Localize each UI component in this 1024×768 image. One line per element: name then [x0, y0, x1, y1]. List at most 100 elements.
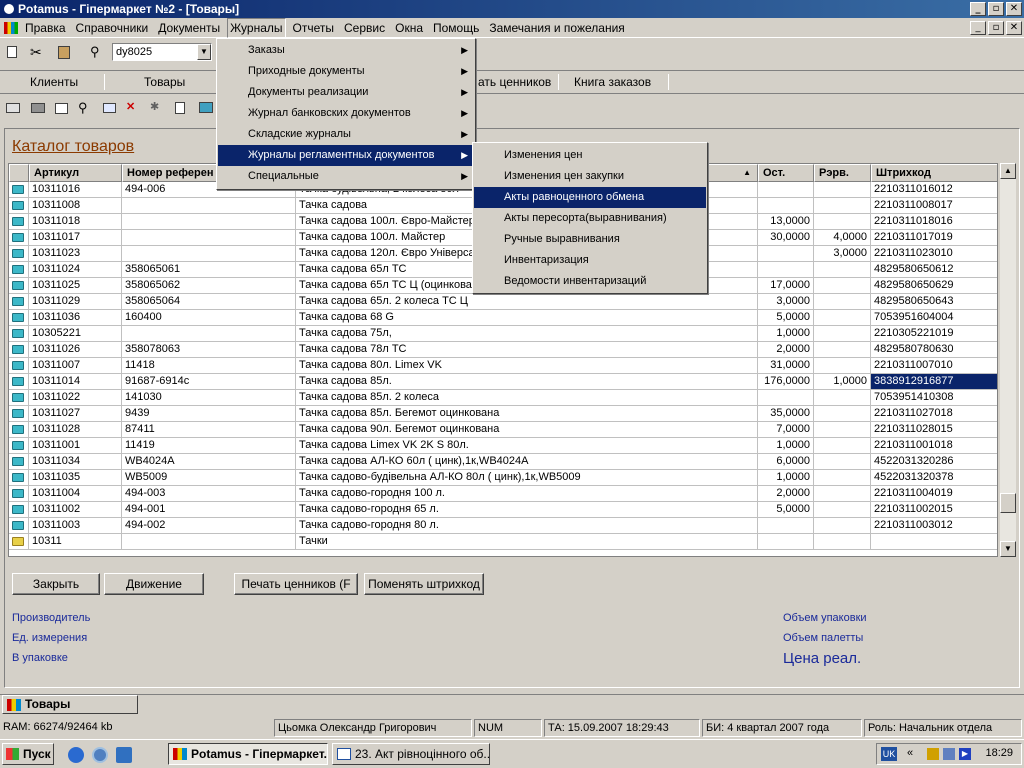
cell-barcode[interactable]: 4522031320378 [871, 470, 997, 486]
cell-reserve[interactable] [814, 422, 871, 438]
cell-article[interactable]: 10311018 [29, 214, 122, 230]
cell-name[interactable]: Тачка садова 75л, [296, 326, 758, 342]
close-button[interactable]: ✕ [1006, 2, 1022, 16]
cell-reference[interactable]: 160400 [122, 310, 296, 326]
cell-name[interactable]: Тачка садова 80л. Limex VK [296, 358, 758, 374]
cell-barcode[interactable]: 2210311003012 [871, 518, 997, 534]
folder-icon[interactable] [30, 100, 48, 116]
cell-article[interactable]: 10311003 [29, 518, 122, 534]
cell-name[interactable]: Тачка садова 65л. 2 колеса ТС Ц [296, 294, 758, 310]
cell-reference[interactable]: 141030 [122, 390, 296, 406]
cell-reserve[interactable] [814, 470, 871, 486]
cell-reserve[interactable] [814, 390, 871, 406]
cell-reserve[interactable] [814, 198, 871, 214]
cell-reference[interactable]: WB4024A [122, 454, 296, 470]
cell-barcode[interactable]: 2210311001018 [871, 438, 997, 454]
add-row-icon[interactable] [102, 100, 120, 116]
cell-reserve[interactable] [814, 406, 871, 422]
mdi-child-icon[interactable] [4, 22, 18, 34]
submenu-item[interactable]: Акты равноценного обмена [474, 187, 706, 208]
cell-stock[interactable] [758, 198, 814, 214]
tab-price-labels[interactable]: ать ценников [478, 75, 551, 89]
table-row[interactable]: 10311001 11419 Тачка садова Limex VK 2K S … [9, 438, 997, 454]
maximize-button[interactable]: ▫ [988, 2, 1004, 16]
cell-reference[interactable]: 358078063 [122, 342, 296, 358]
cell-name[interactable]: Тачка садова 78л ТС [296, 342, 758, 358]
cell-reference[interactable] [122, 214, 296, 230]
cell-reference[interactable] [122, 230, 296, 246]
cell-barcode[interactable]: 4522031320286 [871, 454, 997, 470]
journals-menu-item[interactable]: Журналы регламентных документов ▶ [218, 145, 474, 166]
cell-article[interactable]: 10311017 [29, 230, 122, 246]
close-form-button[interactable]: Закрыть [12, 573, 100, 595]
search-combo[interactable]: dy8025 ▼ [112, 43, 212, 61]
cell-article[interactable]: 10311002 [29, 502, 122, 518]
cell-stock[interactable]: 17,0000 [758, 278, 814, 294]
menu-windows[interactable]: Окна [392, 19, 426, 37]
cell-stock[interactable] [758, 262, 814, 278]
cell-barcode[interactable]: 2210311028015 [871, 422, 997, 438]
cell-article[interactable]: 10311028 [29, 422, 122, 438]
paste-icon[interactable] [56, 44, 74, 60]
monitor-icon[interactable] [198, 100, 216, 116]
cell-article[interactable]: 10311036 [29, 310, 122, 326]
cell-barcode[interactable]: 4829580650612 [871, 262, 997, 278]
journals-menu-item[interactable]: Приходные документы ▶ [218, 61, 474, 82]
cell-reserve[interactable] [814, 502, 871, 518]
tab-goods[interactable]: Товары [144, 75, 185, 89]
cell-article[interactable]: 10311035 [29, 470, 122, 486]
cell-barcode[interactable]: 7053951604004 [871, 310, 997, 326]
cell-barcode[interactable]: 2210305221019 [871, 326, 997, 342]
print-labels-button[interactable]: Печать ценников (F [234, 573, 358, 595]
table-row[interactable]: 10311002 494-001 Тачка садово-городня 65 л… [9, 502, 997, 518]
cell-name[interactable]: Тачка садова 85л. 2 колеса [296, 390, 758, 406]
combo-dropdown-arrow-icon[interactable]: ▼ [197, 44, 211, 60]
scroll-up-icon[interactable]: ▲ [1000, 163, 1016, 179]
cell-stock[interactable] [758, 182, 814, 198]
minimize-button[interactable]: _ [970, 2, 986, 16]
table-row[interactable]: 10311035 WB5009 Тачка садово-будівельна АЛ… [9, 470, 997, 486]
cell-stock[interactable]: 31,0000 [758, 358, 814, 374]
cell-name[interactable]: Тачка садова АЛ-КО 60л ( цинк),1к,WB4024… [296, 454, 758, 470]
cell-reserve[interactable] [814, 438, 871, 454]
cell-name[interactable]: Тачка садова 85л. [296, 374, 758, 390]
cell-reference[interactable]: 358065061 [122, 262, 296, 278]
cell-barcode[interactable] [871, 534, 997, 550]
cell-name[interactable]: Тачка садово-городня 100 л. [296, 486, 758, 502]
delete-row-icon[interactable]: ✕ [126, 100, 144, 116]
cell-reserve[interactable] [814, 358, 871, 374]
cell-reference[interactable]: 358065064 [122, 294, 296, 310]
cell-barcode[interactable]: 7053951410308 [871, 390, 997, 406]
cell-article[interactable]: 10311008 [29, 198, 122, 214]
table-row[interactable]: 10311004 494-003 Тачка садово-городня 100 … [9, 486, 997, 502]
cell-barcode[interactable]: 2210311023010 [871, 246, 997, 262]
cell-article[interactable]: 10305221 [29, 326, 122, 342]
cell-article[interactable]: 10311007 [29, 358, 122, 374]
desktop-icon[interactable] [116, 747, 132, 763]
cell-stock[interactable] [758, 518, 814, 534]
cell-article[interactable]: 10311024 [29, 262, 122, 278]
cell-barcode[interactable]: 2210311004019 [871, 486, 997, 502]
ie-icon[interactable] [68, 747, 84, 763]
journals-menu-item[interactable]: Складские журналы ▶ [218, 124, 474, 145]
table-row[interactable]: 10311034 WB4024A Тачка садова АЛ-КО 60л ( … [9, 454, 997, 470]
cell-article[interactable]: 10311026 [29, 342, 122, 358]
cell-article[interactable]: 10311 [29, 534, 122, 550]
cell-stock[interactable]: 35,0000 [758, 406, 814, 422]
language-indicator[interactable]: UK [881, 747, 897, 761]
table-row[interactable]: 10311014 91687-6914c Тачка садова 85л. 176,… [9, 374, 997, 390]
cell-barcode[interactable]: 2210311002015 [871, 502, 997, 518]
cell-article[interactable]: 10311014 [29, 374, 122, 390]
cut-icon[interactable]: ✂ [30, 44, 48, 60]
cell-name[interactable]: Тачка садово-будівельна АЛ-КО 80л ( цинк… [296, 470, 758, 486]
network-icon[interactable] [943, 748, 955, 760]
cell-reference[interactable] [122, 534, 296, 550]
mdi-close-button[interactable]: ✕ [1006, 21, 1022, 35]
cell-name[interactable]: Тачка садово-городня 65 л. [296, 502, 758, 518]
cell-article[interactable]: 10311023 [29, 246, 122, 262]
cell-stock[interactable]: 5,0000 [758, 310, 814, 326]
cell-barcode[interactable]: 4829580650643 [871, 294, 997, 310]
table-row[interactable]: 10311007 11418 Тачка садова 80л. Limex VK 3… [9, 358, 997, 374]
menu-service[interactable]: Сервис [341, 19, 388, 37]
cell-name[interactable]: Тачка садова Limex VK 2K S 80л. [296, 438, 758, 454]
